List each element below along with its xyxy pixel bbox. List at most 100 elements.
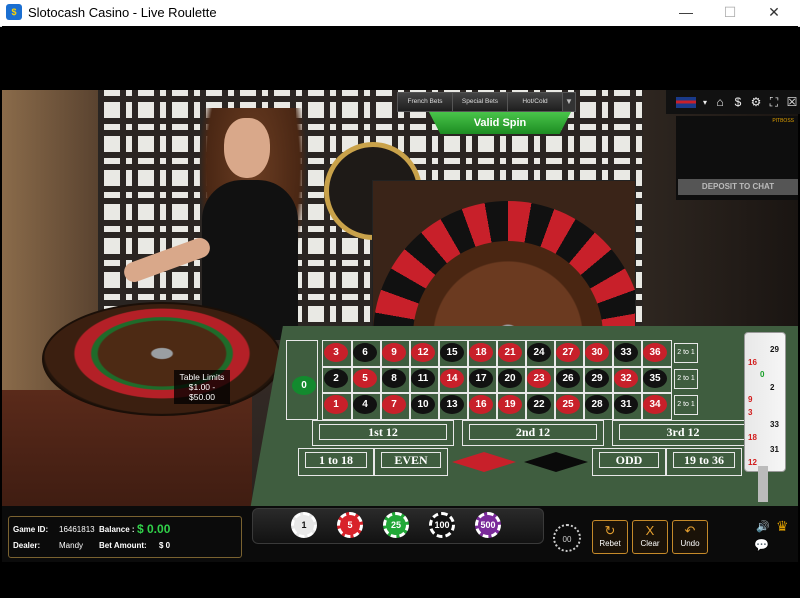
number-cell-6[interactable]: 6	[353, 343, 377, 362]
casino-app-icon: $	[6, 4, 22, 20]
dozen-bet[interactable]: 3rd 12	[612, 420, 754, 446]
number-cell-22[interactable]: 22	[527, 395, 551, 414]
dozen-bet[interactable]: 1st 12	[312, 420, 454, 446]
outside-bet[interactable]: ODD	[592, 448, 666, 476]
table-limits-max: $50.00	[189, 392, 215, 402]
history-result: 3	[748, 407, 753, 417]
rebet-button[interactable]: ↻ Rebet	[592, 520, 628, 554]
settings-icon[interactable]: ⚙	[750, 95, 762, 109]
clear-button[interactable]: X Clear	[632, 520, 668, 554]
maximize-button[interactable]: ☐	[708, 0, 752, 26]
number-cell-13[interactable]: 13	[440, 395, 464, 414]
history-result: 29	[770, 345, 779, 354]
clear-label: Clear	[640, 539, 660, 548]
outside-bet[interactable]: EVEN	[374, 448, 448, 476]
close-button[interactable]: ✕	[752, 0, 796, 26]
number-cell-27[interactable]: 27	[556, 343, 580, 362]
number-cell-12[interactable]: 12	[411, 343, 435, 362]
number-cell-7[interactable]: 7	[382, 395, 406, 414]
chip-100[interactable]: 100	[429, 512, 455, 538]
two-to-one-cell[interactable]: 2 to 1	[674, 343, 698, 363]
pitboss-label: PITBOSS	[772, 118, 794, 124]
number-cell-28[interactable]: 28	[585, 395, 609, 414]
number-cell-29[interactable]: 29	[585, 369, 609, 388]
undo-button[interactable]: ↶ Undo	[672, 520, 708, 554]
home-icon[interactable]: ⌂	[714, 95, 726, 109]
number-cell-17[interactable]: 17	[469, 369, 493, 388]
number-cell-2[interactable]: 2	[324, 369, 348, 388]
number-cell-15[interactable]: 15	[440, 343, 464, 362]
outside-bet[interactable]: 19 to 36	[666, 448, 742, 476]
black-bet[interactable]	[524, 452, 588, 462]
dozen-label: 2nd 12	[469, 424, 597, 440]
red-bet-lower[interactable]	[452, 462, 516, 472]
minimize-button[interactable]: —	[664, 0, 708, 26]
game-id: 16461813	[59, 525, 95, 534]
number-cell-19[interactable]: 19	[498, 395, 522, 414]
number-cell-36[interactable]: 36	[643, 343, 667, 362]
chat-bubble-icon[interactable]: 💬	[754, 538, 769, 552]
outside-bet[interactable]: 1 to 18	[298, 448, 374, 476]
number-cell-33[interactable]: 33	[614, 343, 638, 362]
number-cell-3[interactable]: 3	[324, 343, 348, 362]
number-cell-26[interactable]: 26	[556, 369, 580, 388]
number-cell-16[interactable]: 16	[469, 395, 493, 414]
number-cell-20[interactable]: 20	[498, 369, 522, 388]
game-info: Game ID: 16461813 Balance : $ 0.00 Deale…	[8, 516, 242, 558]
number-cell-23[interactable]: 23	[527, 369, 551, 388]
number-cell-35[interactable]: 35	[643, 369, 667, 388]
outside-bet-label: 19 to 36	[673, 452, 735, 468]
red-bet[interactable]	[452, 452, 516, 462]
two-to-one-cell[interactable]: 2 to 1	[674, 395, 698, 415]
dozen-bet[interactable]: 2nd 12	[462, 420, 604, 446]
number-cell-21[interactable]: 21	[498, 343, 522, 362]
rewards-icon[interactable]: ♛	[776, 518, 789, 535]
number-cell-10[interactable]: 10	[411, 395, 435, 414]
uk-flag-icon[interactable]	[676, 96, 696, 108]
results-history: 29 16 0 2 9 3 33 18 31 12	[744, 332, 786, 472]
black-bet-lower[interactable]	[524, 462, 588, 472]
tab-special-bets[interactable]: Special Bets	[453, 93, 508, 111]
game-id-label: Game ID:	[13, 525, 49, 534]
number-cell-24[interactable]: 24	[527, 343, 551, 362]
number-cell-5[interactable]: 5	[353, 369, 377, 388]
number-cell-14[interactable]: 14	[440, 369, 464, 388]
number-cell-1[interactable]: 1	[324, 395, 348, 414]
history-result: 2	[770, 382, 775, 392]
number-cell-25[interactable]: 25	[556, 395, 580, 414]
undo-icon: ↶	[684, 523, 696, 538]
window-titlebar: $ Slotocash Casino - Live Roulette — ☐ ✕	[0, 0, 800, 27]
chevron-down-icon[interactable]: ▼	[563, 93, 575, 111]
chip-1[interactable]: 1	[291, 512, 317, 538]
number-cell-18[interactable]: 18	[469, 343, 493, 362]
history-result: 16	[748, 357, 757, 367]
deposit-to-chat-button[interactable]: DEPOSIT TO CHAT	[678, 179, 798, 195]
number-cell-9[interactable]: 9	[382, 343, 406, 362]
bet-amount-label: Bet Amount:	[99, 541, 147, 550]
bet-timer: 00	[553, 524, 581, 552]
history-result: 31	[770, 445, 779, 454]
volume-icon[interactable]: 🔊	[756, 520, 770, 533]
cashier-icon[interactable]: $	[732, 95, 744, 109]
chip-5[interactable]: 5	[337, 512, 363, 538]
tab-hot-cold[interactable]: Hot/Cold	[508, 93, 563, 111]
language-chevron-icon[interactable]: ▾	[702, 98, 708, 107]
outside-bet-label: EVEN	[381, 452, 441, 468]
exit-icon[interactable]: ☒	[786, 95, 798, 109]
number-cell-30[interactable]: 30	[585, 343, 609, 362]
number-cell-4[interactable]: 4	[353, 395, 377, 414]
number-cell-31[interactable]: 31	[614, 395, 638, 414]
game-stage: 0 3 6 9 12 15 18 21 24 27 30 33 36 2 5 8 11 14 17 20 23 26 29 3…	[2, 26, 800, 596]
number-cell-11[interactable]: 11	[411, 369, 435, 388]
bet-tabs: French Bets Special Bets Hot/Cold ▼	[397, 92, 576, 112]
number-cell-8[interactable]: 8	[382, 369, 406, 388]
fullscreen-icon[interactable]: ⛶	[768, 95, 780, 110]
chip-500[interactable]: 500	[475, 512, 501, 538]
dealer-label: Dealer:	[13, 541, 41, 550]
two-to-one-cell[interactable]: 2 to 1	[674, 369, 698, 389]
tab-french-bets[interactable]: French Bets	[398, 93, 453, 111]
number-cell-34[interactable]: 34	[643, 395, 667, 414]
zero-cell[interactable]	[286, 340, 318, 420]
number-cell-32[interactable]: 32	[614, 369, 638, 388]
chip-25[interactable]: 25	[383, 512, 409, 538]
